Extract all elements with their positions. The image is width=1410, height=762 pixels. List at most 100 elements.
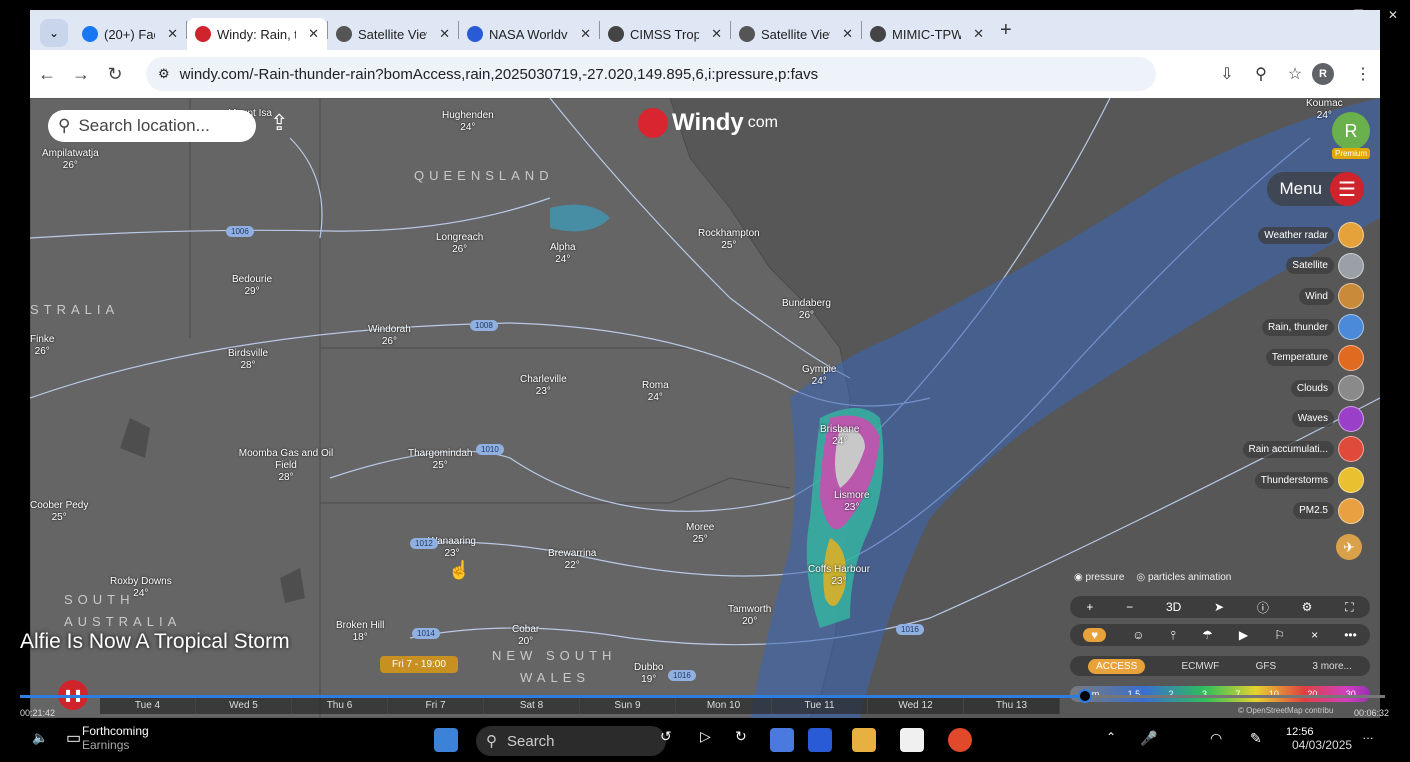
map-tool-button[interactable]: ▶	[1239, 628, 1248, 642]
rewind-icon[interactable]: ↺	[660, 728, 672, 745]
place-label[interactable]: Bundaberg 26°	[782, 298, 831, 322]
timeline-day[interactable]: Tue 4	[100, 698, 196, 714]
video-progress-bar[interactable]	[20, 689, 1385, 703]
map-control-button[interactable]: ➤	[1214, 600, 1224, 614]
bookmark-star-icon[interactable]: ☆	[1278, 64, 1312, 84]
place-label[interactable]: Moomba Gas and Oil Field 28°	[236, 448, 336, 484]
particles-toggle[interactable]: ◎ particles animation	[1136, 572, 1231, 583]
timeline-day[interactable]: Sun 9	[580, 698, 676, 714]
timeline-day[interactable]: Wed 12	[868, 698, 964, 714]
more-menu-icon[interactable]: ⋮	[1346, 64, 1380, 84]
chrome-icon[interactable]	[948, 728, 972, 752]
start-icon[interactable]	[434, 728, 458, 752]
close-tab-icon[interactable]: ✕	[439, 26, 450, 42]
model-option[interactable]: GFS	[1256, 661, 1277, 672]
place-label[interactable]: Lismore 23°	[834, 490, 870, 514]
model-option[interactable]: 3 more...	[1312, 661, 1351, 672]
back-icon[interactable]: ←	[30, 64, 64, 85]
map-tool-button[interactable]: •••	[1344, 628, 1357, 642]
profile-button[interactable]: R	[1312, 63, 1346, 85]
map-control-button[interactable]: 3D	[1166, 600, 1181, 614]
place-label[interactable]: Gympie 24°	[802, 364, 836, 388]
place-label[interactable]: Alpha 24°	[550, 242, 576, 266]
more-icon[interactable]: …	[1362, 728, 1374, 742]
place-label[interactable]: Dubbo 19°	[634, 662, 663, 686]
place-label[interactable]: Coffs Harbour 23°	[808, 564, 870, 588]
forward-icon[interactable]: ↻	[735, 728, 747, 745]
close-window-icon[interactable]: ✕	[1388, 8, 1398, 22]
close-tab-icon[interactable]: ✕	[842, 26, 853, 42]
place-label[interactable]: Cobar 20°	[512, 624, 539, 648]
map-control-button[interactable]: ⓘ	[1257, 599, 1269, 616]
volume-icon[interactable]: 🔈	[32, 730, 48, 746]
map-tool-button[interactable]: ⚐	[1274, 628, 1285, 642]
place-label[interactable]: Windorah 26°	[368, 324, 411, 348]
timeline-day[interactable]: Thu 6	[292, 698, 388, 714]
taskbar-search[interactable]: ⚲ Search	[476, 726, 666, 756]
tab[interactable]: Windy: Rain, t ✕	[187, 18, 327, 50]
attribution[interactable]: © OpenStreetMap contribu	[1238, 706, 1333, 715]
layer-item[interactable]: Rain, thunder	[1224, 312, 1364, 343]
layer-item[interactable]: Satellite	[1224, 251, 1364, 282]
mic-icon[interactable]: 🎤	[1140, 730, 1157, 747]
close-tab-icon[interactable]: ✕	[308, 26, 319, 42]
layer-item[interactable]: PM2.5	[1224, 495, 1364, 526]
place-label[interactable]: Rockhampton 25°	[698, 228, 760, 252]
timeline-day[interactable]: Wed 5	[196, 698, 292, 714]
timeline-day[interactable]: Thu 13	[964, 698, 1060, 714]
close-tab-icon[interactable]: ✕	[167, 26, 178, 42]
map-control-button[interactable]: +	[1086, 600, 1093, 614]
layer-item[interactable]: Clouds	[1224, 373, 1364, 404]
address-bar[interactable]: ⚙ windy.com/-Rain-thunder-rain?bomAccess…	[146, 57, 1156, 91]
tab[interactable]: MIMIC-TPW2 ✕	[862, 18, 992, 50]
place-label[interactable]: Longreach 26°	[436, 232, 483, 256]
map-tool-button[interactable]: ☂	[1202, 628, 1213, 642]
layer-item[interactable]: Weather radar	[1224, 220, 1364, 251]
timeline-day[interactable]: Mon 10	[676, 698, 772, 714]
clock-date[interactable]: 04/03/2025	[1292, 738, 1352, 752]
place-label[interactable]: Broken Hill 18°	[336, 620, 384, 644]
timeline-day[interactable]: Fri 7	[388, 698, 484, 714]
notepad-icon[interactable]	[900, 728, 924, 752]
map-tool-button[interactable]: ☺	[1132, 628, 1144, 642]
place-label[interactable]: Charleville 23°	[520, 374, 567, 398]
pen-app-icon[interactable]	[770, 728, 794, 752]
map-control-button[interactable]: ⚙	[1302, 600, 1313, 614]
tab-search-button[interactable]: ⌄	[40, 19, 68, 47]
file-explorer-icon[interactable]	[852, 728, 876, 752]
place-label[interactable]: Bedourie 29°	[232, 274, 272, 298]
tab[interactable]: Satellite View ✕	[328, 18, 458, 50]
map-control-button[interactable]: ⛶	[1345, 600, 1353, 615]
new-tab-button[interactable]: +	[1000, 19, 1012, 42]
news-widget[interactable]: Forthcoming Earnings	[82, 724, 149, 752]
place-label[interactable]: Tamworth 20°	[728, 604, 771, 628]
model-option[interactable]: ACCESS	[1088, 658, 1146, 674]
place-label[interactable]: Roma 24°	[642, 380, 669, 404]
tab[interactable]: CIMSS Tropic ✕	[600, 18, 730, 50]
time-cursor[interactable]: Fri 7 - 19:00	[380, 656, 458, 673]
place-label[interactable]: Thargomindah 25°	[408, 448, 472, 472]
layer-item[interactable]: Rain accumulati...	[1224, 434, 1364, 465]
layer-item[interactable]: Wind	[1224, 281, 1364, 312]
progress-scrubber[interactable]	[1077, 689, 1092, 703]
close-tab-icon[interactable]: ✕	[580, 26, 591, 42]
map-tool-button[interactable]: ×	[1311, 628, 1318, 642]
store-app-icon[interactable]	[808, 728, 832, 752]
close-tab-icon[interactable]: ✕	[711, 26, 722, 42]
place-label[interactable]: Birdsville 28°	[228, 348, 268, 372]
tab[interactable]: (20+) Face ✕	[74, 18, 186, 50]
windy-logo[interactable]: Windy com	[638, 108, 778, 138]
timeline-day[interactable]: Sat 8	[484, 698, 580, 714]
place-label[interactable]: Brewarrina 22°	[548, 548, 596, 572]
map-tool-button[interactable]: ⫯	[1171, 628, 1176, 643]
map-canvas[interactable]: Mount IsaHughenden24°Ampilatwatja26°Long…	[30, 98, 1380, 718]
layer-item[interactable]: Waves	[1224, 404, 1364, 435]
menu-button[interactable]: Menu ☰	[1267, 172, 1364, 206]
search-input[interactable]: ⚲ Search location...	[48, 110, 256, 142]
close-tab-icon[interactable]: ✕	[973, 26, 984, 42]
reload-icon[interactable]: ↻	[98, 64, 132, 85]
map-control-button[interactable]: −	[1126, 600, 1133, 614]
layer-item[interactable]: Thunderstorms	[1224, 465, 1364, 496]
share-icon[interactable]: ⇪	[270, 110, 288, 136]
place-label[interactable]: Brisbane 24°	[820, 424, 859, 448]
